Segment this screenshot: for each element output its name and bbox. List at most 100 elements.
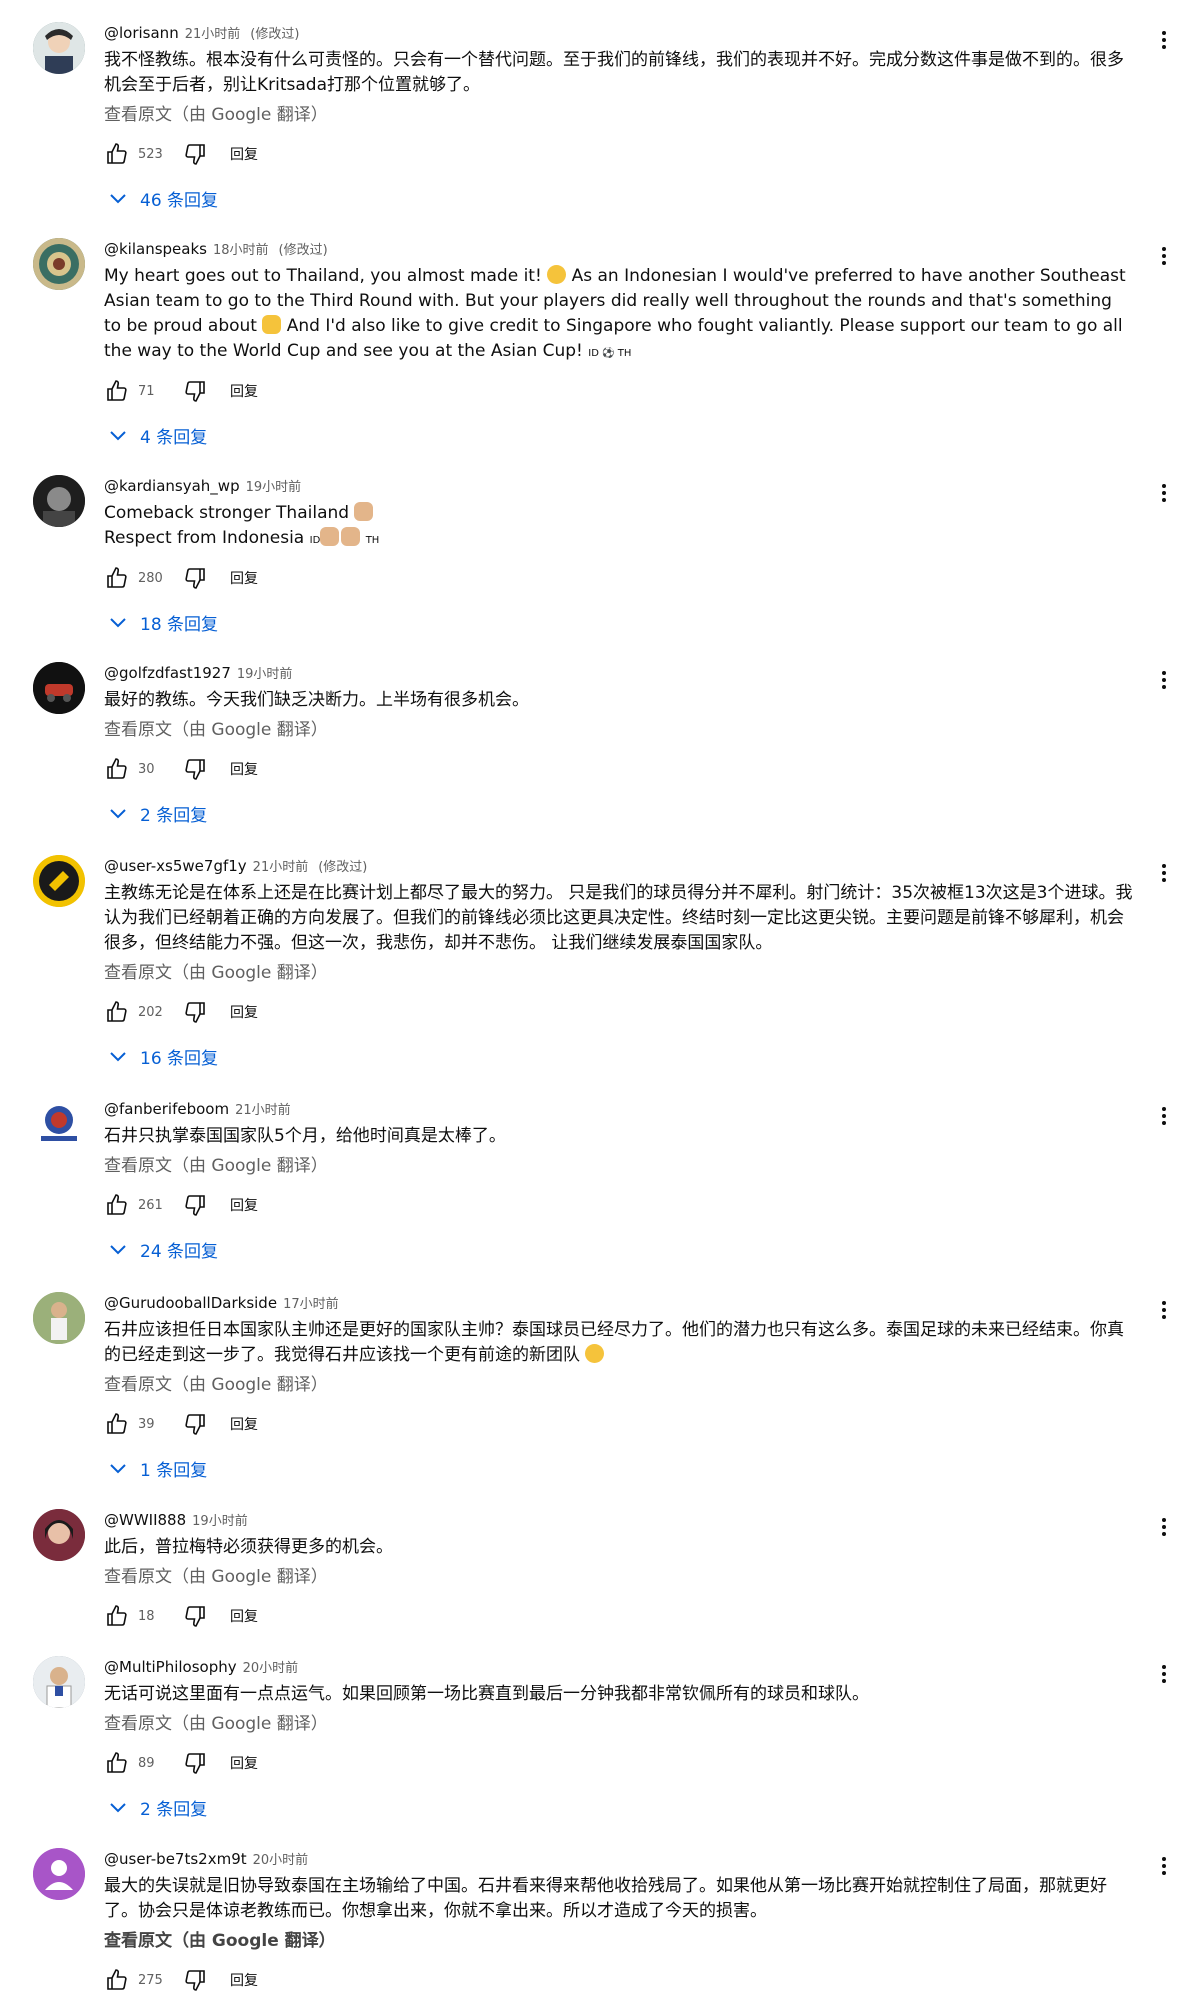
- view-replies-button[interactable]: 2 条回复: [108, 798, 1086, 828]
- more-actions-icon[interactable]: [1152, 28, 1176, 52]
- view-replies-button[interactable]: 18 条回复: [108, 607, 1086, 637]
- dislike-icon[interactable]: [182, 999, 208, 1025]
- replies-count: 1 条回复: [140, 1460, 208, 1481]
- see-original-link[interactable]: 查看原文（由 Google 翻译）: [104, 1928, 1086, 1955]
- more-actions-icon[interactable]: [1152, 668, 1176, 692]
- comment-time[interactable]: 21小时前: [235, 1103, 291, 1118]
- like-count: 261: [138, 1197, 163, 1213]
- reply-button[interactable]: 回复: [230, 568, 258, 588]
- comment-time[interactable]: 19小时前: [192, 1514, 248, 1529]
- comment-time[interactable]: 18小时前: [213, 243, 269, 258]
- more-actions-icon[interactable]: [1152, 861, 1176, 885]
- dislike-icon[interactable]: [182, 141, 208, 167]
- comment-author[interactable]: @lorisann: [104, 24, 179, 42]
- like-icon[interactable]: [104, 1750, 130, 1776]
- like-icon[interactable]: [104, 999, 130, 1025]
- reply-button[interactable]: 回复: [230, 1753, 258, 1773]
- comment-author[interactable]: @golfzdfast1927: [104, 664, 231, 682]
- like-count: 280: [138, 570, 163, 586]
- more-actions-icon[interactable]: [1152, 1662, 1176, 1686]
- comment-author[interactable]: @kilanspeaks: [104, 240, 207, 258]
- like-icon[interactable]: [104, 1967, 130, 1993]
- comment-text-part: 石井应该担任日本国家队主帅还是更好的国家队主帅？泰国球员已经尽力了。他们的潜力也…: [104, 1320, 1124, 1365]
- reply-button[interactable]: 回复: [230, 1606, 258, 1626]
- reply-button[interactable]: 回复: [230, 1970, 258, 1990]
- like-icon[interactable]: [104, 1411, 130, 1437]
- comment-author[interactable]: @WWII888: [104, 1511, 186, 1529]
- view-replies-button[interactable]: 1 条回复: [108, 1453, 1086, 1483]
- avatar[interactable]: [33, 855, 85, 907]
- comment-author[interactable]: @GurudooballDarkside: [104, 1294, 277, 1312]
- avatar[interactable]: [33, 1292, 85, 1344]
- avatar[interactable]: [33, 1656, 85, 1708]
- see-original-link[interactable]: 查看原文（由 Google 翻译）: [104, 102, 1086, 129]
- avatar[interactable]: [33, 1848, 85, 1900]
- view-replies-button[interactable]: 46 条回复: [108, 183, 1086, 213]
- like-icon[interactable]: [104, 141, 130, 167]
- more-actions-icon[interactable]: [1152, 1104, 1176, 1128]
- comment-author[interactable]: @user-xs5we7gf1y: [104, 857, 247, 875]
- reply-button[interactable]: 回复: [230, 1414, 258, 1434]
- comment-author[interactable]: @MultiPhilosophy: [104, 1658, 237, 1676]
- see-original-link[interactable]: 查看原文（由 Google 翻译）: [104, 1711, 1086, 1738]
- avatar[interactable]: [33, 1509, 85, 1561]
- like-icon[interactable]: [104, 565, 130, 591]
- comment-time[interactable]: 19小时前: [237, 667, 293, 682]
- comment-author[interactable]: @user-be7ts2xm9t: [104, 1850, 247, 1868]
- see-original-link[interactable]: 查看原文（由 Google 翻译）: [104, 960, 1086, 987]
- edited-label: (修改过): [278, 243, 328, 258]
- comment-time[interactable]: 19小时前: [246, 480, 302, 495]
- dislike-icon[interactable]: [182, 1603, 208, 1629]
- reply-button[interactable]: 回复: [230, 1195, 258, 1215]
- dislike-icon[interactable]: [182, 565, 208, 591]
- edited-label: (修改过): [318, 860, 368, 875]
- avatar[interactable]: [33, 1098, 85, 1150]
- like-icon[interactable]: [104, 378, 130, 404]
- reply-button[interactable]: 回复: [230, 144, 258, 164]
- comment-time[interactable]: 21小时前: [185, 27, 241, 42]
- avatar[interactable]: [33, 662, 85, 714]
- more-actions-icon[interactable]: [1152, 244, 1176, 268]
- more-actions-icon[interactable]: [1152, 481, 1176, 505]
- see-original-link[interactable]: 查看原文（由 Google 翻译）: [104, 717, 1086, 744]
- comment-time[interactable]: 20小时前: [253, 1853, 309, 1868]
- see-original-link[interactable]: 查看原文（由 Google 翻译）: [104, 1153, 1086, 1180]
- dislike-icon[interactable]: [182, 1411, 208, 1437]
- dislike-icon[interactable]: [182, 756, 208, 782]
- reply-button[interactable]: 回复: [230, 1002, 258, 1022]
- edited-label: (修改过): [250, 27, 300, 42]
- avatar[interactable]: [33, 238, 85, 290]
- dislike-icon[interactable]: [182, 1192, 208, 1218]
- reply-button[interactable]: 回复: [230, 381, 258, 401]
- flag-text: TH: [365, 535, 380, 546]
- more-actions-icon[interactable]: [1152, 1298, 1176, 1322]
- dislike-icon[interactable]: [182, 378, 208, 404]
- comment-text: 无话可说这里面有一点点运气。如果回顾第一场比赛直到最后一分钟我都非常钦佩所有的球…: [104, 1684, 869, 1704]
- comment-time[interactable]: 21小时前: [253, 860, 309, 875]
- comment-time[interactable]: 17小时前: [283, 1297, 339, 1312]
- like-icon[interactable]: [104, 756, 130, 782]
- avatar[interactable]: [33, 22, 85, 74]
- view-replies-button[interactable]: 24 条回复: [108, 1234, 1086, 1264]
- dislike-icon[interactable]: [182, 1967, 208, 1993]
- see-original-link[interactable]: 查看原文（由 Google 翻译）: [104, 1564, 1086, 1591]
- comment-author[interactable]: @fanberifeboom: [104, 1100, 229, 1118]
- view-replies-button[interactable]: 16 条回复: [108, 1041, 1086, 1071]
- view-replies-button[interactable]: 2 条回复: [108, 1792, 1086, 1822]
- like-count: 39: [138, 1416, 155, 1432]
- comment-time[interactable]: 20小时前: [243, 1661, 299, 1676]
- see-original-link[interactable]: 查看原文（由 Google 翻译）: [104, 1372, 1086, 1399]
- more-actions-icon[interactable]: [1152, 1515, 1176, 1539]
- like-icon[interactable]: [104, 1192, 130, 1218]
- comment-text: 我不怪教练。根本没有什么可责怪的。只会有一个替代问题。至于我们的前锋线，我们的表…: [104, 50, 1124, 95]
- flexed-biceps-emoji-icon: [262, 315, 282, 334]
- chevron-down-icon: [110, 809, 126, 819]
- chevron-down-icon: [110, 1245, 126, 1255]
- comment-author[interactable]: @kardiansyah_wp: [104, 477, 240, 495]
- like-icon[interactable]: [104, 1603, 130, 1629]
- avatar[interactable]: [33, 475, 85, 527]
- dislike-icon[interactable]: [182, 1750, 208, 1776]
- view-replies-button[interactable]: 4 条回复: [108, 420, 1086, 450]
- more-actions-icon[interactable]: [1152, 1854, 1176, 1878]
- reply-button[interactable]: 回复: [230, 759, 258, 779]
